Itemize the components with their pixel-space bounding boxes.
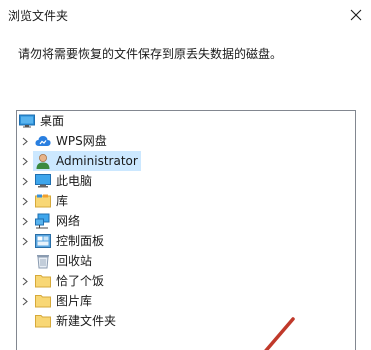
chevron-right-icon[interactable]	[20, 171, 30, 191]
chevron-right-icon[interactable]	[20, 151, 30, 171]
tree-item-label: 控制面板	[56, 234, 105, 248]
folder-icon	[35, 273, 51, 289]
tree-item-label: 桌面	[40, 114, 65, 128]
tree-item-label: 恰了个饭	[56, 274, 105, 288]
tree-item-label: Administrator	[56, 154, 138, 168]
tree-item-label: 网络	[56, 214, 81, 228]
tree-item-label: 库	[56, 194, 69, 208]
chevron-right-icon[interactable]	[20, 211, 30, 231]
chevron-right-icon[interactable]	[20, 131, 30, 151]
tree-item-this-pc[interactable]: 此电脑	[20, 171, 92, 191]
desktop-icon	[19, 113, 35, 129]
computer-icon	[35, 173, 51, 189]
tree-item-recycle-bin[interactable]: 回收站	[30, 251, 92, 271]
tree-item-wps-cloud[interactable]: WPS网盘	[20, 131, 107, 151]
tree-item-desktop[interactable]: 桌面	[19, 111, 64, 131]
close-icon	[350, 9, 362, 21]
tree-item-folder-1[interactable]: 恰了个饭	[20, 271, 104, 291]
tree-item-network[interactable]: 网络	[20, 211, 80, 231]
tree-item-label: WPS网盘	[56, 134, 107, 148]
network-icon	[35, 213, 51, 229]
tree-item-administrator[interactable]: Administrator	[20, 151, 141, 171]
folder-icon	[35, 293, 51, 309]
tree-item-label: 新建文件夹	[56, 314, 117, 328]
library-icon	[35, 193, 51, 209]
tree-item-label: 回收站	[56, 254, 93, 268]
tree-item-label: 图片库	[56, 294, 93, 308]
cloud-icon	[35, 133, 51, 149]
control-panel-icon	[35, 233, 51, 249]
title-bar[interactable]: 浏览文件夹	[0, 0, 371, 30]
browse-folder-dialog: 浏览文件夹 请勿将需要恢复的文件保存到原丢失数据的磁盘。 桌面 WPS网盘 Ad…	[0, 0, 371, 350]
chevron-right-icon[interactable]	[20, 191, 30, 211]
window-title: 浏览文件夹	[8, 9, 69, 23]
user-icon	[35, 153, 51, 169]
tree-item-library[interactable]: 库	[20, 191, 68, 211]
tree-item-control-panel[interactable]: 控制面板	[20, 231, 104, 251]
instruction-text: 请勿将需要恢复的文件保存到原丢失数据的磁盘。	[18, 47, 283, 61]
selection-highlight: Administrator	[33, 151, 141, 171]
folder-tree[interactable]: 桌面 WPS网盘 Administrator 此电脑 库 网络 控制面板 回收站…	[16, 110, 356, 350]
chevron-right-icon[interactable]	[20, 271, 30, 291]
chevron-right-icon[interactable]	[20, 231, 30, 251]
close-button[interactable]	[341, 0, 371, 30]
tree-item-folder-2[interactable]: 图片库	[20, 291, 92, 311]
tree-item-folder-3[interactable]: 新建文件夹	[30, 311, 116, 331]
folder-icon	[35, 313, 51, 329]
tree-item-label: 此电脑	[56, 174, 93, 188]
chevron-right-icon[interactable]	[20, 291, 30, 311]
recycle-bin-icon	[35, 253, 51, 269]
annotation-arrow-icon	[264, 317, 295, 350]
